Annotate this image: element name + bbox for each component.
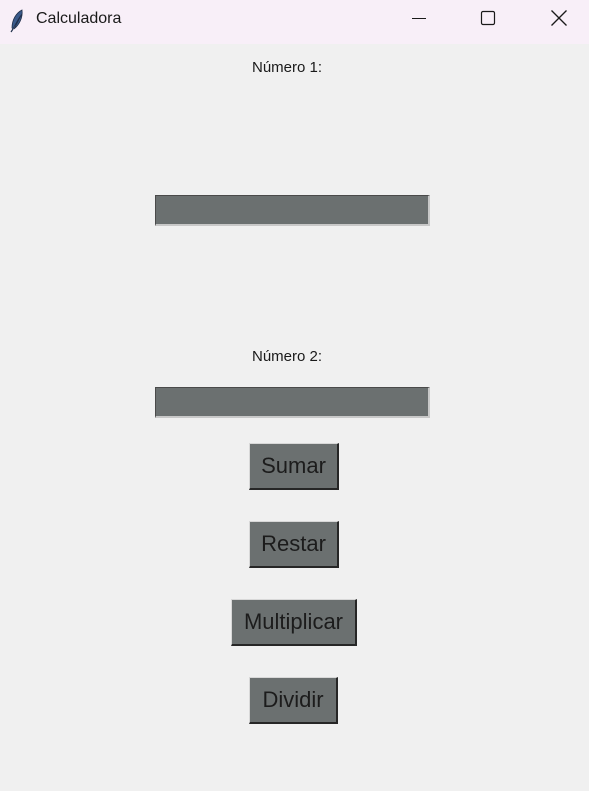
calculator-window: Calculadora Número 1: Número 2: Sumar Re… — [0, 0, 589, 791]
subtract-button[interactable]: Restar — [249, 521, 339, 568]
minimize-button[interactable] — [396, 0, 442, 40]
close-button[interactable] — [536, 0, 582, 40]
window-title: Calculadora — [36, 10, 122, 27]
multiply-button[interactable]: Multiplicar — [231, 599, 357, 646]
number2-label: Número 2: — [252, 348, 323, 365]
add-button[interactable]: Sumar — [249, 443, 339, 490]
minimize-icon — [411, 10, 427, 30]
feather-icon — [9, 9, 25, 33]
maximize-button[interactable] — [465, 0, 511, 40]
client-area: Número 1: Número 2: Sumar Restar Multipl… — [0, 44, 589, 791]
close-icon — [550, 9, 568, 31]
divide-button[interactable]: Dividir — [249, 677, 338, 724]
title-bar[interactable]: Calculadora — [0, 0, 589, 44]
maximize-icon — [480, 10, 496, 30]
number2-input[interactable] — [155, 387, 430, 418]
number1-input[interactable] — [155, 195, 430, 226]
number1-label: Número 1: — [252, 59, 323, 76]
